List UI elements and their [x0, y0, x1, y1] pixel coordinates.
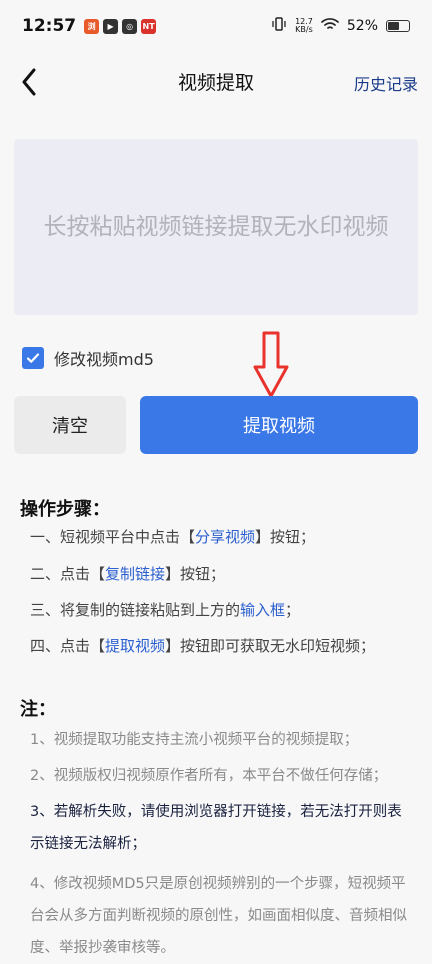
md5-option[interactable]: 修改视频md5 — [22, 346, 154, 370]
step-item: 三、将复制的链接粘贴到上方的输入框； — [30, 599, 300, 620]
status-right: 12.7 KB/s 52% — [271, 16, 410, 36]
link-input-placeholder: 长按粘贴视频链接提取无水印视频 — [43, 214, 389, 240]
step-text: 】按钮； — [165, 565, 226, 583]
step-text: 四、点击【 — [30, 637, 106, 655]
clear-button[interactable]: 清空 — [14, 396, 126, 454]
step-text: ； — [285, 601, 301, 619]
step-text: 二、点击【 — [30, 565, 106, 583]
step-highlight: 分享视频 — [195, 528, 256, 546]
steps-title: 操作步骤： — [20, 499, 110, 520]
net-speed: 12.7 KB/s — [295, 18, 313, 34]
down-arrow-icon — [253, 331, 289, 398]
history-link[interactable]: 历史记录 — [354, 71, 418, 95]
battery-percent: 52% — [346, 18, 378, 34]
note-item: 3、若解析失败，请使用浏览器打开链接，若无法打开则表示链接无法解析； — [30, 804, 402, 852]
app-icon-2: ▶ — [103, 18, 119, 34]
md5-checkbox[interactable] — [22, 347, 44, 369]
note-item: 2、视频版权归视频原作者所有，本平台不做任何存储； — [30, 768, 388, 784]
check-icon — [26, 353, 40, 363]
link-input-area[interactable]: 长按粘贴视频链接提取无水印视频 — [14, 139, 418, 315]
nav-bar: 视频提取 历史记录 — [0, 52, 432, 112]
battery-icon — [386, 20, 410, 32]
step-highlight: 提取视频 — [105, 637, 166, 655]
note-item: 1、视频提取功能支持主流小视频平台的视频提取； — [30, 732, 359, 748]
note-item: 4、修改视频MD5只是原创视频辨别的一个步骤，短视频平台会从多方面判断视频的原创… — [30, 876, 407, 956]
status-time: 12:57 — [22, 16, 77, 36]
wifi-icon — [321, 17, 339, 35]
app-icon-4: NT — [141, 18, 157, 34]
app-icon-1: 浏 — [84, 18, 100, 34]
step-text: 】按钮； — [255, 528, 316, 546]
net-speed-unit: KB/s — [295, 25, 313, 34]
step-item: 二、点击【复制链接】按钮； — [30, 563, 225, 584]
step-item: 四、点击【提取视频】按钮即可获取无水印短视频； — [30, 635, 375, 656]
step-highlight: 复制链接 — [105, 565, 166, 583]
step-item: 一、短视频平台中点击【分享视频】按钮； — [30, 526, 315, 547]
extract-video-button[interactable]: 提取视频 — [140, 396, 418, 454]
status-bar: 12:57 浏 ▶ ◎ NT 12.7 KB/s 52% — [0, 0, 432, 52]
vibrate-icon — [271, 16, 287, 36]
notes-title: 注： — [20, 699, 56, 720]
step-highlight: 输入框 — [240, 601, 286, 619]
app-icon-3: ◎ — [122, 18, 138, 34]
step-text: 】按钮即可获取无水印短视频； — [165, 637, 376, 655]
step-text: 一、短视频平台中点击【 — [30, 528, 196, 546]
md5-label: 修改视频md5 — [54, 350, 154, 369]
step-text: 三、将复制的链接粘贴到上方的 — [30, 601, 241, 619]
notification-icons: 浏 ▶ ◎ NT — [84, 18, 157, 34]
